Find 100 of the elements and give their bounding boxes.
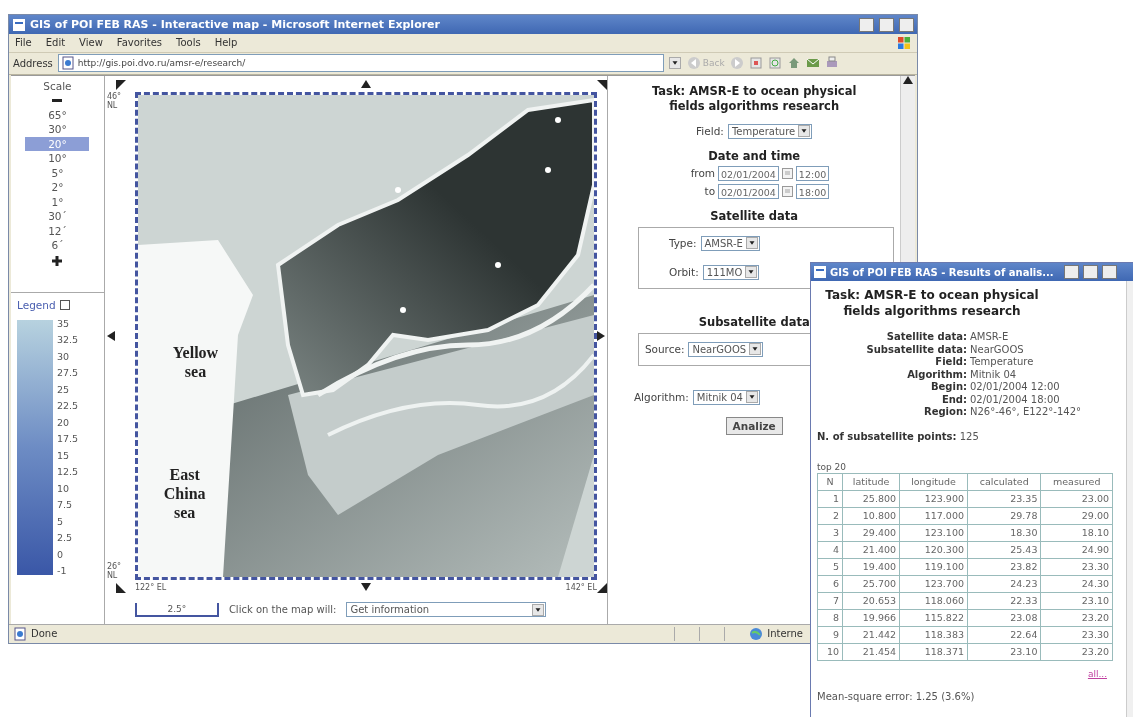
scale-option[interactable]: 2° xyxy=(25,180,90,195)
table-cell: 29.400 xyxy=(842,524,900,541)
task-heading: Task: AMSR-E to ocean physical fields algorithms research xyxy=(650,83,858,114)
minimize-button[interactable] xyxy=(1063,265,1079,279)
address-field[interactable]: http://gis.poi.dvo.ru/amsr-e/research/ xyxy=(57,54,664,73)
legend-value: 17.5 xyxy=(57,432,79,447)
arrow-icon[interactable] xyxy=(903,75,914,86)
source-label: Source: xyxy=(644,343,685,356)
section-heading: Subsatellite data xyxy=(698,314,810,329)
orbit-label: Orbit: xyxy=(668,266,699,279)
page-icon xyxy=(813,265,827,279)
table-cell: 118.371 xyxy=(899,643,968,660)
table-cell: 29.00 xyxy=(1040,507,1113,524)
table-cell: 6 xyxy=(817,575,843,592)
type-select[interactable]: AMSR-E xyxy=(700,235,760,251)
menu-item[interactable]: Tools xyxy=(176,37,201,49)
source-select[interactable]: NearGOOS xyxy=(688,341,764,357)
legend-value: 22.5 xyxy=(57,399,79,414)
all-link[interactable]: all... xyxy=(1087,668,1107,679)
analize-button[interactable]: Analize xyxy=(725,416,783,435)
scale-option[interactable]: 6´ xyxy=(25,238,90,253)
menu-item[interactable]: Help xyxy=(214,37,238,49)
minimize-button[interactable] xyxy=(859,17,874,32)
close-button[interactable] xyxy=(899,17,914,32)
menu-item[interactable]: File xyxy=(15,37,32,49)
table-cell: 21.454 xyxy=(842,643,900,660)
scale-title: Scale xyxy=(43,79,72,92)
scale-option[interactable]: 1° xyxy=(25,194,90,210)
menu-item[interactable]: View xyxy=(79,37,103,49)
table-cell: 19.966 xyxy=(842,609,900,626)
detail-value: N26°-46°, E122°-142° xyxy=(970,406,1082,419)
table-cell: 18.10 xyxy=(1040,524,1113,541)
menu-item[interactable]: Edit xyxy=(45,37,66,49)
scale-option[interactable]: 30° xyxy=(25,122,90,137)
table-cell: 118.383 xyxy=(899,626,968,643)
points-label: N. of subsatellite points: xyxy=(817,430,957,442)
table-cell: 123.100 xyxy=(899,524,968,541)
detail-value: Temperature xyxy=(970,356,1035,369)
zone-text: Interne xyxy=(767,628,803,640)
column-header: calculated xyxy=(967,473,1041,490)
field-label: Field: xyxy=(696,125,724,138)
table-cell: 23.10 xyxy=(1040,592,1113,609)
table-cell: 22.64 xyxy=(967,626,1041,643)
table-cell: 117.000 xyxy=(899,507,968,524)
scale-option[interactable]: 5° xyxy=(25,165,90,181)
legend-value: 27.5 xyxy=(57,366,79,381)
maximize-button[interactable] xyxy=(879,17,894,32)
arrow-icon[interactable] xyxy=(115,582,126,593)
arrow-icon[interactable] xyxy=(106,330,117,341)
arrow-icon[interactable] xyxy=(596,330,607,341)
zoom-in-icon[interactable] xyxy=(51,254,64,267)
algorithm-select[interactable]: Mitnik 04 xyxy=(692,389,760,405)
task-heading: Task: AMSR-E to ocean physical fields algorithms research xyxy=(824,287,1040,319)
column-header: longitude xyxy=(899,473,968,490)
stop-icon[interactable] xyxy=(748,56,763,71)
time-field[interactable]: 12:00 xyxy=(795,165,830,181)
table-cell: 123.700 xyxy=(899,575,968,592)
scale-option[interactable]: 65° xyxy=(25,107,90,123)
arrow-icon[interactable] xyxy=(596,79,607,90)
detail-label: Algorithm: xyxy=(906,368,967,381)
detail-label: Subsatellite data: xyxy=(865,343,967,356)
close-button[interactable] xyxy=(1101,265,1117,279)
arrow-icon[interactable] xyxy=(115,79,126,90)
table-cell: 23.30 xyxy=(1040,558,1113,575)
arrow-icon[interactable] xyxy=(360,582,371,593)
calendar-icon[interactable] xyxy=(781,167,793,179)
detail-value: Mitnik 04 xyxy=(970,368,1018,381)
time-field[interactable]: 18:00 xyxy=(795,183,830,199)
arrow-icon[interactable] xyxy=(360,79,371,90)
detail-value: AMSR-E xyxy=(970,331,1010,344)
click-action-label: Click on the map will: xyxy=(228,604,337,616)
table-cell: 2 xyxy=(817,507,843,524)
scale-option[interactable]: 12´ xyxy=(25,223,90,239)
flag-icon xyxy=(897,35,911,50)
scale-option[interactable]: 10° xyxy=(25,151,90,166)
orbit-select[interactable]: 111MO xyxy=(702,264,760,280)
legend-value: 12.5 xyxy=(57,465,79,480)
table-cell: 24.23 xyxy=(967,575,1041,592)
scale-option[interactable]: 30´ xyxy=(25,209,90,224)
latitude-label: 46° NL xyxy=(106,91,123,110)
table-cell: 123.900 xyxy=(899,490,968,507)
maximize-button[interactable] xyxy=(1082,265,1098,279)
calendar-icon[interactable] xyxy=(781,185,793,197)
table-cell: 1 xyxy=(817,490,843,507)
legend-value: 20 xyxy=(57,415,71,430)
action-select[interactable]: Get information xyxy=(346,602,547,618)
detail-value: 02/01/2004 12:00 xyxy=(970,381,1061,394)
table-cell: 119.100 xyxy=(899,558,968,575)
window-title: GIS of POI FEB RAS - Interactive map - Microsoft Internet Explorer xyxy=(30,18,441,32)
legend-value: 15 xyxy=(57,448,71,463)
arrow-icon[interactable] xyxy=(596,582,607,593)
legend-checkbox[interactable] xyxy=(59,299,70,310)
algorithm-label: Algorithm: xyxy=(633,391,689,404)
field-select[interactable]: Temperature xyxy=(727,123,813,139)
date-field[interactable]: 02/01/2004 xyxy=(718,165,779,181)
date-field[interactable]: 02/01/2004 xyxy=(718,183,779,199)
menu-item[interactable]: Favorites xyxy=(116,37,162,49)
map-frame[interactable]: Yellow sea East China sea xyxy=(134,91,597,580)
address-label: Address xyxy=(13,57,53,69)
section-heading: Satellite data xyxy=(710,208,798,223)
